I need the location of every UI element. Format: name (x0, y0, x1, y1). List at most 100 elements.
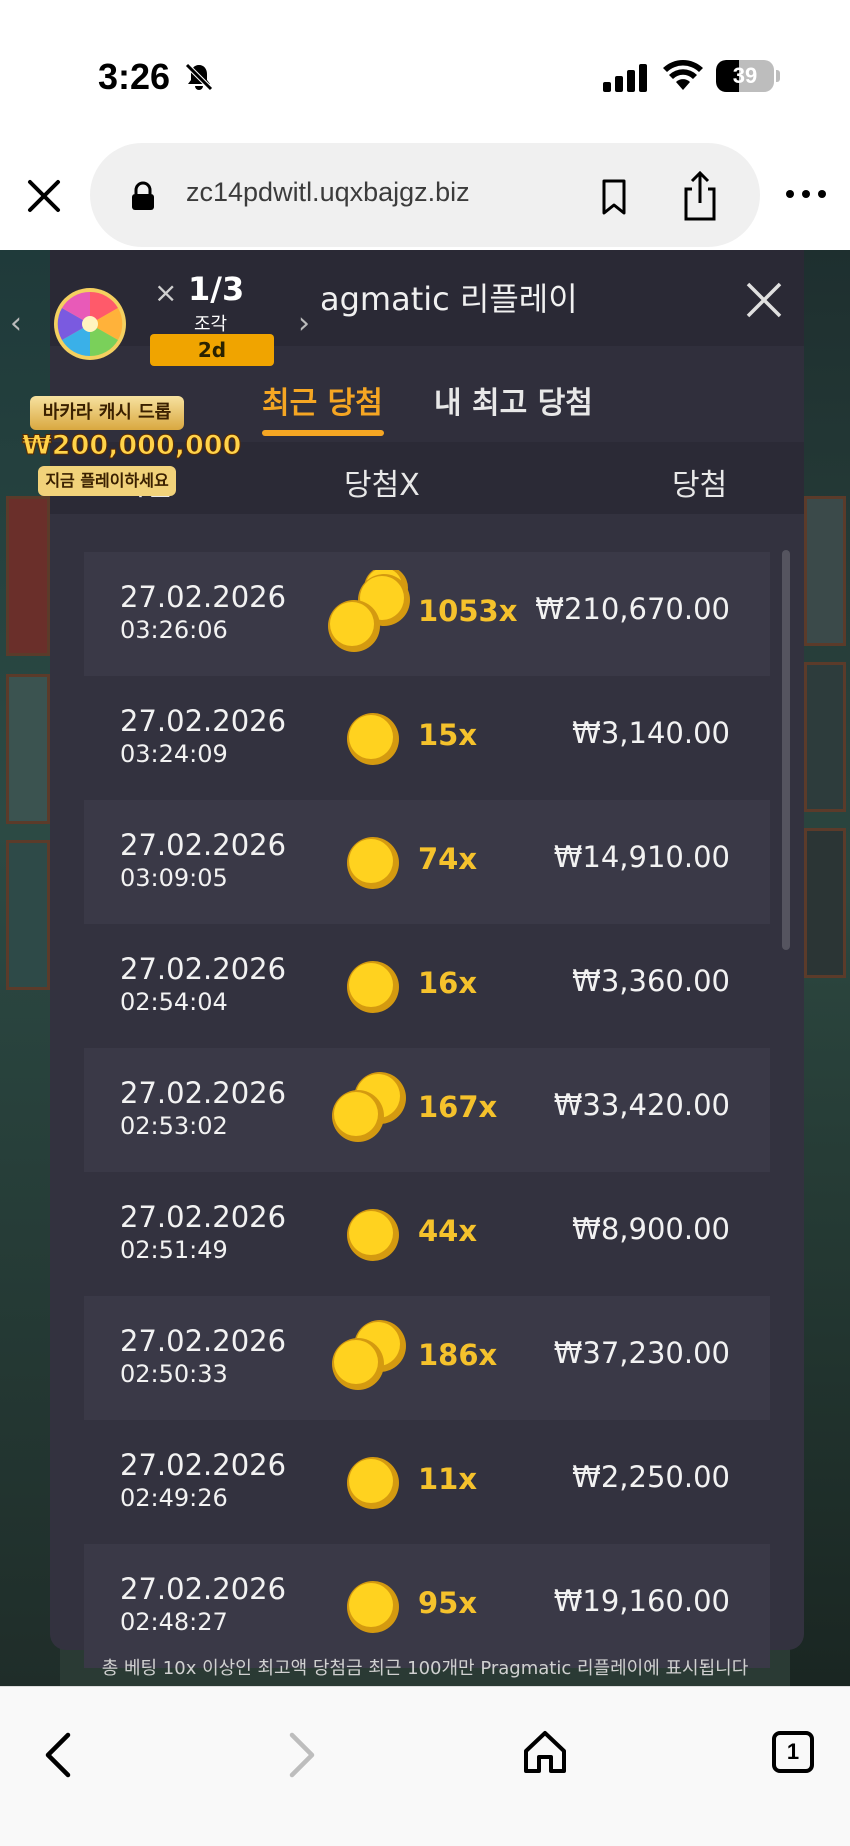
win-row[interactable]: 27.02.2026 02:51:49 44x ₩8,900.00 (84, 1172, 770, 1296)
coin-pair-icon (332, 1320, 406, 1390)
lock-icon (132, 181, 154, 210)
forward-icon[interactable] (284, 1731, 320, 1779)
banner-cta: 지금 플레이하세요 (38, 466, 176, 496)
fragment-label: 조각 (194, 314, 228, 335)
win-time: 02:53:02 (120, 1112, 228, 1140)
battery-icon: 39 (716, 60, 780, 92)
bookmark-icon[interactable] (600, 179, 628, 215)
modal-close-icon[interactable] (744, 280, 784, 320)
win-multiplier: 186x (418, 1338, 498, 1372)
status-time: 3:26 (98, 56, 171, 97)
coin-icon (347, 961, 399, 1013)
win-multiplier: 74x (418, 842, 478, 876)
cash-drop-banner[interactable]: 바카라 캐시 드롭 ₩200,000,000 지금 플레이하세요 (22, 396, 242, 496)
coin-icon (347, 713, 399, 765)
coin-icon (347, 1457, 399, 1509)
win-multiplier: 44x (418, 1214, 478, 1248)
battery-level: 39 (732, 63, 758, 88)
column-header-win: 당첨 (672, 468, 728, 503)
win-date: 27.02.2026 (120, 1076, 287, 1110)
win-time: 02:49:26 (120, 1484, 228, 1512)
win-amount: ₩210,670.00 (535, 592, 730, 626)
chevron-right-icon[interactable]: › (298, 306, 310, 341)
win-amount: ₩33,420.00 (553, 1088, 730, 1122)
win-amount: ₩14,910.00 (553, 840, 730, 874)
win-amount: ₩3,140.00 (572, 716, 730, 750)
win-time: 03:24:09 (120, 740, 228, 768)
modal-title: agmatic 리플레이 (320, 280, 578, 318)
game-area: agmatic 리플레이 최근 당첨 내 최고 당첨 시간 당첨X 당첨 27.… (0, 250, 850, 1686)
win-row[interactable]: 27.02.2026 02:50:33 186x ₩37,230.00 (84, 1296, 770, 1420)
win-multiplier: 11x (418, 1462, 478, 1496)
fragment-promo[interactable]: ‹ × 1/3 조각 2d › (0, 250, 320, 400)
banner-amount: ₩200,000,000 (22, 430, 242, 462)
active-tab-indicator (262, 430, 384, 436)
status-bar: 3:26 39 (0, 0, 850, 140)
home-icon[interactable] (522, 1729, 568, 1775)
win-amount: ₩37,230.00 (553, 1336, 730, 1370)
footnote: 총 베팅 10x 이상인 최고액 당첨금 최근 100개만 Pragmatic … (101, 1658, 749, 1679)
coin-icon (347, 837, 399, 889)
game-tile (804, 828, 846, 978)
win-date: 27.02.2026 (120, 1324, 287, 1358)
win-date: 27.02.2026 (120, 704, 287, 738)
win-time: 02:51:49 (120, 1236, 228, 1264)
list-scrollbar[interactable] (782, 550, 790, 950)
win-multiplier: 95x (418, 1586, 478, 1620)
coin-pair-icon (332, 1072, 406, 1142)
win-time: 02:50:33 (120, 1360, 228, 1388)
bell-muted-icon (185, 63, 213, 91)
game-tile (6, 674, 50, 824)
chevron-left-icon[interactable]: ‹ (10, 306, 22, 341)
address-bar[interactable]: zc14pdwitl.uqxbajgz.biz (90, 143, 760, 247)
cellular-signal-icon (603, 64, 647, 92)
game-tile (6, 496, 50, 656)
banner-title: 바카라 캐시 드롭 (30, 396, 184, 430)
timer-badge: 2d (150, 334, 274, 366)
game-tile (804, 662, 846, 812)
close-icon[interactable] (24, 176, 64, 216)
win-amount: ₩3,360.00 (572, 964, 730, 998)
browser-toolbar: 1 (0, 1686, 850, 1846)
back-icon[interactable] (40, 1731, 76, 1779)
coin-stack-icon (328, 570, 410, 652)
win-date: 27.02.2026 (120, 1448, 287, 1482)
win-date: 27.02.2026 (120, 580, 287, 614)
win-amount: ₩2,250.00 (572, 1460, 730, 1494)
win-date: 27.02.2026 (120, 828, 287, 862)
win-time: 02:54:04 (120, 988, 228, 1016)
win-multiplier: 16x (418, 966, 478, 1000)
prize-wheel-icon (54, 288, 126, 360)
coin-icon (347, 1581, 399, 1633)
win-date: 27.02.2026 (120, 1200, 287, 1234)
win-row[interactable]: 27.02.2026 03:09:05 74x ₩14,910.00 (84, 800, 770, 924)
win-row[interactable]: 27.02.2026 02:53:02 167x ₩33,420.00 (84, 1048, 770, 1172)
wins-list: 27.02.2026 03:26:06 1053x ₩210,670.00 27.02.… (84, 552, 770, 1668)
win-date: 27.02.2026 (120, 952, 287, 986)
wifi-icon (663, 60, 703, 90)
column-header-multiplier: 당첨X (344, 468, 420, 503)
game-tile (6, 840, 50, 990)
coin-icon (347, 1209, 399, 1261)
tabs-count-button[interactable]: 1 (772, 1731, 814, 1773)
fragment-count: 1/3 (188, 270, 245, 308)
win-time: 03:26:06 (120, 616, 228, 644)
win-date: 27.02.2026 (120, 1572, 287, 1606)
win-row[interactable]: 27.02.2026 02:54:04 16x ₩3,360.00 (84, 924, 770, 1048)
win-time: 03:09:05 (120, 864, 228, 892)
win-multiplier: 15x (418, 718, 478, 752)
win-multiplier: 167x (418, 1090, 498, 1124)
win-time: 02:48:27 (120, 1608, 228, 1636)
win-row[interactable]: 27.02.2026 03:24:09 15x ₩3,140.00 (84, 676, 770, 800)
share-icon[interactable] (680, 171, 720, 221)
win-amount: ₩8,900.00 (572, 1212, 730, 1246)
win-row[interactable]: 27.02.2026 02:48:27 95x ₩19,160.00 (84, 1544, 770, 1668)
win-row[interactable]: 27.02.2026 02:49:26 11x ₩2,250.00 (84, 1420, 770, 1544)
more-options-icon[interactable] (782, 184, 830, 204)
url-text: zc14pdwitl.uqxbajgz.biz (186, 177, 470, 207)
game-tile (804, 496, 846, 646)
browser-url-row: zc14pdwitl.uqxbajgz.biz (0, 140, 850, 250)
win-multiplier: 1053x (418, 594, 518, 628)
tab-my-best-wins[interactable]: 내 최고 당첨 (434, 378, 593, 422)
win-row[interactable]: 27.02.2026 03:26:06 1053x ₩210,670.00 (84, 552, 770, 676)
